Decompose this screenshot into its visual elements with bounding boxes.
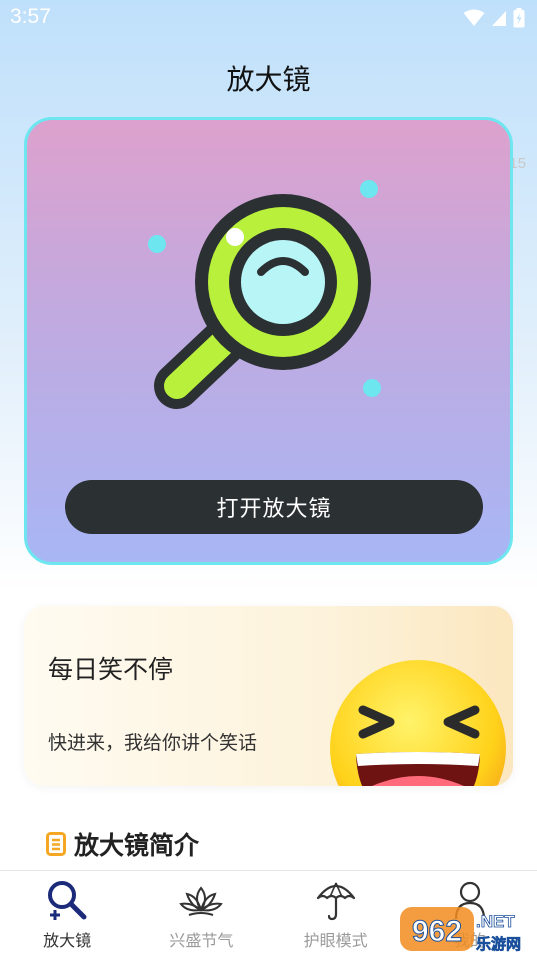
joke-card[interactable]: 每日笑不停 快进来，我给你讲个笑话 xyxy=(24,606,513,786)
site-logo-suffix: .NET xyxy=(476,912,515,931)
site-logo-name: 乐游网 xyxy=(476,935,521,953)
open-magnifier-button[interactable]: 打开放大镜 xyxy=(65,480,483,534)
cellular-signal-icon xyxy=(492,11,506,26)
laughing-emoji-icon xyxy=(330,660,506,786)
page-title: 放大镜 xyxy=(226,63,311,96)
nav-item-eye-care[interactable]: 护眼模式 xyxy=(269,871,403,956)
nav-label-solar-terms: 兴盛节气 xyxy=(169,931,234,950)
status-time: 3:57 xyxy=(10,5,51,28)
nav-label-eye-care: 护眼模式 xyxy=(303,931,368,950)
status-bar: 3:57 xyxy=(0,0,537,38)
status-icons xyxy=(463,8,525,28)
nav-item-solar-terms[interactable]: 兴盛节气 xyxy=(134,871,268,956)
site-logo: 962 .NET 乐游网 xyxy=(400,907,521,953)
site-logo-number: 962 xyxy=(412,915,462,948)
wifi-icon xyxy=(463,9,485,26)
umbrella-icon xyxy=(316,882,355,921)
intro-title: 放大镜简介 xyxy=(74,831,200,860)
nav-label-magnifier: 放大镜 xyxy=(43,931,92,950)
magnifier-illustration-icon xyxy=(148,180,381,409)
magnifier-card[interactable]: 打开放大镜 xyxy=(24,117,513,565)
battery-icon xyxy=(513,8,525,28)
joke-card-subtitle: 快进来，我给你讲个笑话 xyxy=(48,732,258,754)
document-icon xyxy=(46,832,66,856)
magnifier-icon xyxy=(48,881,87,920)
lotus-icon xyxy=(179,886,224,916)
nav-item-magnifier[interactable]: 放大镜 xyxy=(0,871,134,956)
joke-card-title: 每日笑不停 xyxy=(48,655,174,684)
intro-heading: 放大镜简介 xyxy=(46,826,199,862)
